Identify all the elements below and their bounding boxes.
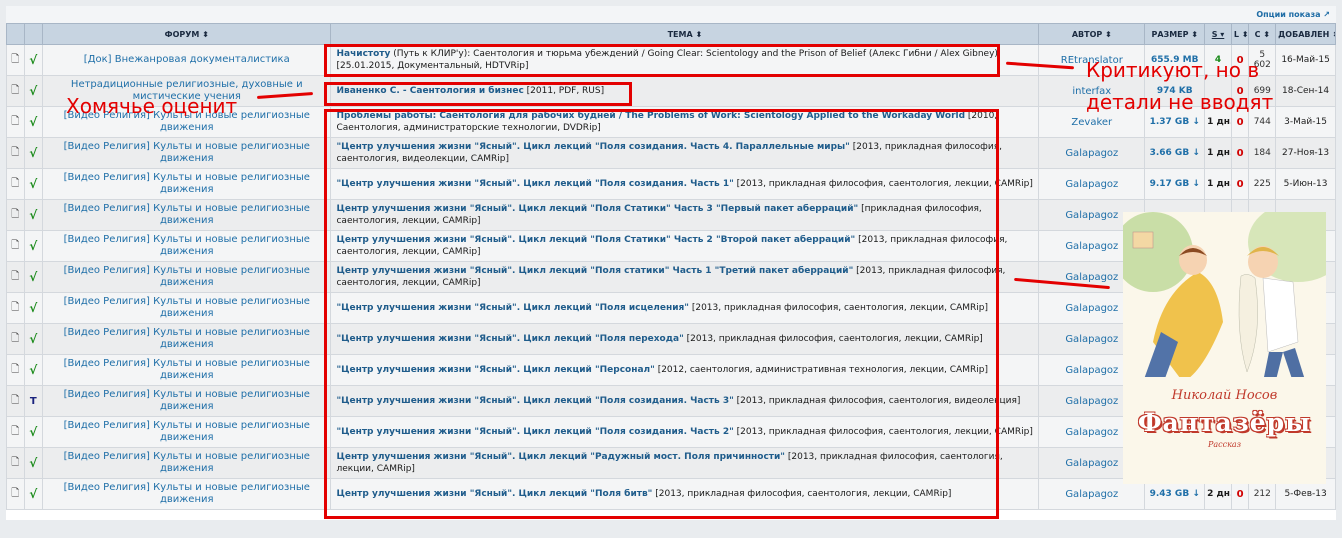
torrent-file-icon[interactable]: 🗋	[6, 199, 25, 231]
torrent-file-icon[interactable]: 🗋	[6, 323, 25, 355]
status-icon: √	[23, 323, 44, 355]
added-date: 16-Май-15	[1275, 44, 1336, 76]
forum-link[interactable]: [Видео Религия] Культы и новые религиозн…	[42, 323, 332, 355]
annotation-box-ivanenko	[324, 82, 632, 106]
seeds-value: 1 дн.	[1204, 137, 1232, 169]
added-date: 27-Ноя-13	[1275, 137, 1336, 169]
book-title: Фантазёры	[1137, 408, 1312, 437]
torrent-file-icon[interactable]: 🗋	[6, 385, 25, 417]
book-subtitle: Рассказ	[1207, 440, 1242, 449]
forum-link[interactable]: [Видео Религия] Культы и новые религиозн…	[42, 168, 332, 200]
status-icon: √	[23, 261, 44, 293]
torrent-file-icon[interactable]: 🗋	[6, 168, 25, 200]
col-completed[interactable]: С ⬍	[1248, 23, 1277, 45]
annotation-hamster: Хомячье оценит	[66, 94, 238, 118]
annotation-box-going-clear	[324, 44, 1000, 77]
torrent-file-icon[interactable]: 🗋	[6, 137, 25, 169]
completed-value: 225	[1248, 168, 1277, 200]
torrent-file-icon[interactable]: 🗋	[6, 44, 25, 76]
added-date: 18-Сен-14	[1275, 75, 1336, 107]
status-icon: √	[23, 478, 44, 510]
leech-value: 0	[1230, 168, 1250, 200]
display-options-link[interactable]: Опции показа	[1256, 10, 1320, 19]
size-link[interactable]: 9.17 GB ↓	[1144, 168, 1206, 200]
table-header-row: ФОРУМ ⬍ ТЕМА ⬍ АВТОР ⬍ РАЗМЕР ⬍ S ▾ L ⬍ …	[6, 23, 1336, 45]
torrent-file-icon[interactable]: 🗋	[6, 106, 25, 138]
col-forum[interactable]: ФОРУМ ⬍	[42, 23, 332, 45]
status-icon: √	[23, 230, 44, 262]
forum-link[interactable]: [Док] Внежанровая документалистика	[42, 44, 332, 76]
col-leech[interactable]: L ⬍	[1230, 23, 1250, 45]
forum-link[interactable]: [Видео Религия] Культы и новые религиозн…	[42, 199, 332, 231]
forum-link[interactable]: [Видео Религия] Культы и новые религиозн…	[42, 385, 332, 417]
seeds-value: 1 дн.	[1204, 168, 1232, 200]
forum-link[interactable]: [Видео Религия] Культы и новые религиозн…	[42, 447, 332, 479]
forum-link[interactable]: [Видео Религия] Культы и новые религиозн…	[42, 478, 332, 510]
torrent-file-icon[interactable]: 🗋	[6, 416, 25, 448]
leech-value: 0	[1230, 137, 1250, 169]
status-icon: √	[23, 168, 44, 200]
forum-link[interactable]: [Видео Религия] Культы и новые религиозн…	[42, 261, 332, 293]
torrent-file-icon[interactable]: 🗋	[6, 292, 25, 324]
torrent-file-icon[interactable]: 🗋	[6, 261, 25, 293]
added-date: 3-Май-15	[1275, 106, 1336, 138]
torrent-file-icon[interactable]: 🗋	[6, 75, 25, 107]
status-icon: √	[23, 44, 44, 76]
col-added[interactable]: ДОБАВЛЕН ⬍	[1275, 23, 1336, 45]
display-options-bar: Опции показа ↗	[6, 6, 1336, 23]
status-icon: √	[23, 199, 44, 231]
completed-value: 184	[1248, 137, 1277, 169]
status-icon: √	[23, 292, 44, 324]
forum-link[interactable]: [Видео Религия] Культы и новые религиозн…	[42, 230, 332, 262]
forum-link[interactable]: [Видео Религия] Культы и новые религиозн…	[42, 292, 332, 324]
display-options-icon[interactable]: ↗	[1323, 10, 1330, 19]
col-topic[interactable]: ТЕМА ⬍	[330, 23, 1040, 45]
torrent-file-icon[interactable]: 🗋	[6, 478, 25, 510]
annotation-box-lectures	[324, 109, 999, 519]
annotation-critic-line2: детали не вводят	[1086, 90, 1274, 114]
added-date: 5-Июн-13	[1275, 168, 1336, 200]
torrent-file-icon[interactable]: 🗋	[6, 447, 25, 479]
status-icon: √	[23, 416, 44, 448]
torrent-file-icon[interactable]: 🗋	[6, 354, 25, 386]
author-link[interactable]: Galapagoz	[1038, 137, 1146, 169]
col-author[interactable]: АВТОР ⬍	[1038, 23, 1146, 45]
torrent-file-icon[interactable]: 🗋	[6, 230, 25, 262]
status-icon: T	[23, 385, 44, 417]
status-icon: √	[23, 137, 44, 169]
col-size[interactable]: РАЗМЕР ⬍	[1144, 23, 1206, 45]
status-icon: √	[23, 447, 44, 479]
col-seeds[interactable]: S ▾	[1204, 23, 1232, 45]
forum-link[interactable]: [Видео Религия] Культы и новые религиозн…	[42, 416, 332, 448]
author-link[interactable]: Galapagoz	[1038, 168, 1146, 200]
forum-link[interactable]: [Видео Религия] Культы и новые религиозн…	[42, 354, 332, 386]
forum-link[interactable]: [Видео Религия] Культы и новые религиозн…	[42, 137, 332, 169]
size-link[interactable]: 3.66 GB ↓	[1144, 137, 1206, 169]
annotation-critic-line1: Критикуют, но в	[1086, 58, 1260, 82]
book-cover-image: Николай Носов Фантазёры Рассказ	[1123, 212, 1326, 484]
book-author: Николай Носов	[1171, 388, 1278, 403]
status-icon: √	[23, 106, 44, 138]
status-icon: √	[23, 354, 44, 386]
status-icon: √	[23, 75, 44, 107]
